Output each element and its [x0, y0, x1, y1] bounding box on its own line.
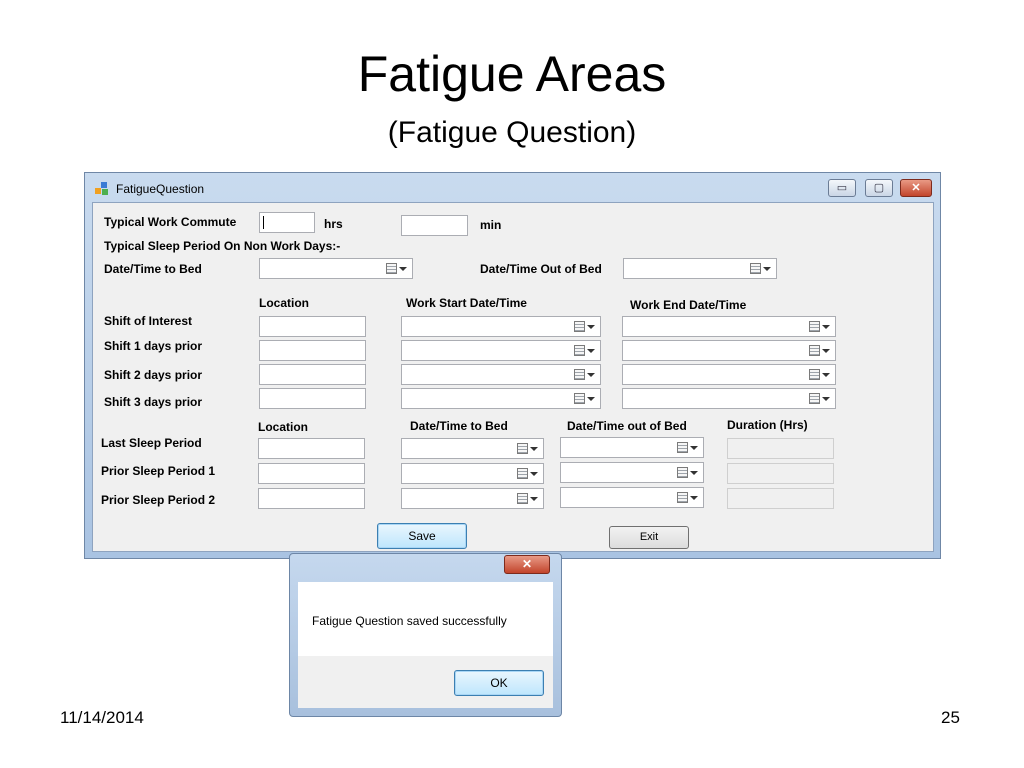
- work-end-picker[interactable]: [622, 388, 836, 409]
- sleep-to-bed-picker[interactable]: [401, 488, 544, 509]
- shift-location-input[interactable]: [259, 340, 366, 361]
- dialog-close-button[interactable]: ✕: [504, 555, 550, 574]
- sleep-location-input[interactable]: [258, 463, 365, 484]
- duration-field: [727, 463, 834, 484]
- sleep-out-of-bed-picker[interactable]: [560, 487, 704, 508]
- app-icon: [95, 182, 110, 195]
- sleep-to-bed-header: Date/Time to Bed: [410, 419, 508, 433]
- shift-location-header: Location: [259, 296, 309, 310]
- dialog-body: Fatigue Question saved successfully: [298, 582, 553, 656]
- slide-subtitle: (Fatigue Question): [387, 116, 637, 149]
- work-end-picker[interactable]: [622, 364, 836, 385]
- duration-header: Duration (Hrs): [727, 418, 808, 432]
- slide-title: Fatigue Areas: [357, 46, 667, 102]
- calendar-dropdown-icon[interactable]: [386, 263, 407, 275]
- sleep-to-bed-picker[interactable]: [401, 463, 544, 484]
- minimize-button[interactable]: ▭: [828, 179, 856, 197]
- work-start-picker[interactable]: [401, 340, 601, 361]
- min-unit-label: min: [480, 218, 502, 232]
- calendar-dropdown-icon[interactable]: [809, 369, 830, 381]
- save-confirmation-dialog: ✕ Fatigue Question saved successfully OK: [289, 553, 562, 717]
- sleep-out-of-bed-header: Date/Time out of Bed: [567, 419, 687, 433]
- calendar-dropdown-icon[interactable]: [677, 442, 698, 454]
- sleep-out-of-bed-picker[interactable]: [560, 437, 704, 458]
- sleep-to-bed-picker[interactable]: [401, 438, 544, 459]
- exit-button[interactable]: Exit: [609, 526, 689, 549]
- window-title: FatigueQuestion: [116, 182, 205, 196]
- calendar-dropdown-icon[interactable]: [809, 321, 830, 333]
- sleep-location-input[interactable]: [258, 438, 365, 459]
- work-end-picker[interactable]: [622, 340, 836, 361]
- commute-hours-input[interactable]: [259, 212, 315, 233]
- calendar-dropdown-icon[interactable]: [517, 493, 538, 505]
- calendar-dropdown-icon[interactable]: [677, 467, 698, 479]
- work-start-header: Work Start Date/Time: [406, 296, 527, 310]
- shift-location-input[interactable]: [259, 316, 366, 337]
- duration-field: [727, 438, 834, 459]
- dialog-message: Fatigue Question saved successfully: [312, 614, 507, 628]
- calendar-dropdown-icon[interactable]: [574, 345, 595, 357]
- shift-row-label: Shift of Interest: [104, 314, 193, 328]
- shift-row-label: Shift 3 days prior: [104, 395, 203, 409]
- slide-date: 11/14/2014: [60, 708, 144, 727]
- close-button[interactable]: ✕: [900, 179, 932, 197]
- commute-minutes-input[interactable]: [401, 215, 468, 236]
- to-bed-label: Date/Time to Bed: [104, 262, 202, 276]
- nonwork-to-bed-picker[interactable]: [259, 258, 413, 279]
- work-start-picker[interactable]: [401, 388, 601, 409]
- calendar-dropdown-icon[interactable]: [574, 369, 595, 381]
- calendar-dropdown-icon[interactable]: [517, 468, 538, 480]
- sleep-location-input[interactable]: [258, 488, 365, 509]
- calendar-dropdown-icon[interactable]: [809, 393, 830, 405]
- calendar-dropdown-icon[interactable]: [677, 492, 698, 504]
- slide-page-number: 25: [941, 708, 960, 727]
- form-client-area: Typical Work Commute hrs min Typical Sle…: [92, 202, 934, 552]
- work-start-picker[interactable]: [401, 316, 601, 337]
- shift-location-input[interactable]: [259, 388, 366, 409]
- calendar-dropdown-icon[interactable]: [517, 443, 538, 455]
- shift-location-input[interactable]: [259, 364, 366, 385]
- work-end-picker[interactable]: [622, 316, 836, 337]
- shift-row-label: Shift 1 days prior: [104, 339, 203, 353]
- work-end-header: Work End Date/Time: [630, 298, 747, 312]
- dialog-footer: OK: [298, 656, 553, 708]
- sleep-row-label: Last Sleep Period: [101, 436, 202, 450]
- work-start-picker[interactable]: [401, 364, 601, 385]
- sleep-nonwork-label: Typical Sleep Period On Non Work Days:-: [104, 239, 341, 253]
- ok-button[interactable]: OK: [454, 670, 544, 696]
- nonwork-out-of-bed-picker[interactable]: [623, 258, 777, 279]
- commute-label: Typical Work Commute: [104, 215, 237, 229]
- calendar-dropdown-icon[interactable]: [574, 393, 595, 405]
- sleep-out-of-bed-picker[interactable]: [560, 462, 704, 483]
- text-caret: [263, 216, 264, 229]
- sleep-row-label: Prior Sleep Period 1: [101, 464, 216, 478]
- calendar-dropdown-icon[interactable]: [809, 345, 830, 357]
- sleep-location-header: Location: [258, 420, 308, 434]
- save-button[interactable]: Save: [377, 523, 467, 549]
- calendar-dropdown-icon[interactable]: [750, 263, 771, 275]
- hrs-unit-label: hrs: [324, 217, 343, 231]
- out-of-bed-label: Date/Time Out of Bed: [480, 262, 602, 276]
- shift-row-label: Shift 2 days prior: [104, 368, 203, 382]
- maximize-button[interactable]: ▢: [865, 179, 893, 197]
- fatigue-question-window: FatigueQuestion ▭ ▢ ✕ Typical Work Commu…: [84, 172, 941, 559]
- calendar-dropdown-icon[interactable]: [574, 321, 595, 333]
- sleep-row-label: Prior Sleep Period 2: [101, 493, 216, 507]
- duration-field: [727, 488, 834, 509]
